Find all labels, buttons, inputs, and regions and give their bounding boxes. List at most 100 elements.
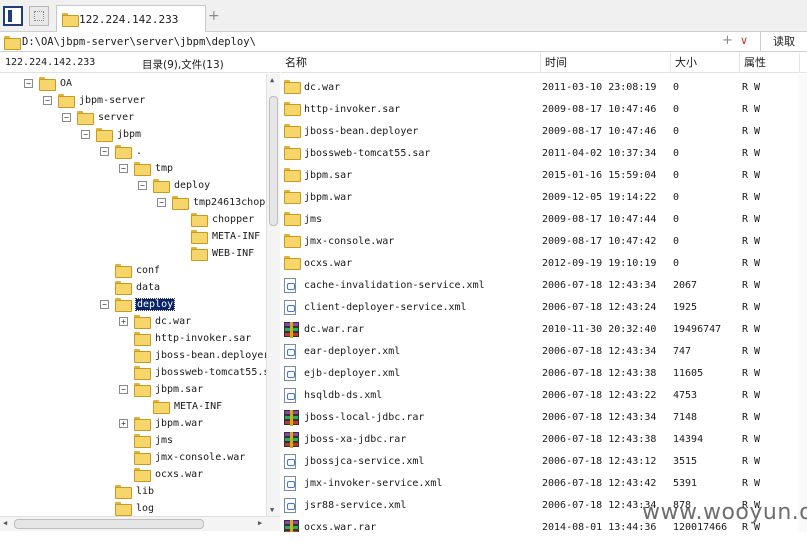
folder-icon: [284, 124, 301, 139]
file-row[interactable]: ocxs.war 2012-09-19 19:10:19 0 R W: [281, 253, 807, 275]
tree-node-label: .: [136, 146, 143, 157]
column-size[interactable]: 大小: [671, 53, 740, 73]
file-attr: R W: [742, 236, 761, 247]
file-row[interactable]: dc.war 2011-03-10 23:08:19 0 R W: [281, 77, 807, 99]
collapse-icon[interactable]: −: [100, 147, 109, 156]
scroll-up-icon[interactable]: ▲: [270, 76, 274, 84]
tree-node-label: jbpm.sar: [155, 384, 204, 395]
scroll-left-icon[interactable]: ◀: [3, 519, 7, 527]
expand-icon[interactable]: +: [119, 419, 128, 428]
tree-node-label: jboss-bean.deployer: [155, 350, 266, 361]
file-row[interactable]: jmx-invoker-service.xml 2006-07-18 12:43:…: [281, 473, 807, 495]
file-row[interactable]: http-invoker.sar 2009-08-17 10:47:46 0 R W: [281, 99, 807, 121]
add-tab-button[interactable]: +: [208, 8, 220, 24]
file-row[interactable]: client-deployer-service.xml 2006-07-18 12…: [281, 297, 807, 319]
column-attr[interactable]: 属性: [740, 53, 800, 73]
folder-icon: [191, 230, 208, 244]
scroll-down-icon[interactable]: ▼: [270, 506, 274, 514]
tree-node-label: META-INF: [212, 231, 261, 242]
file-time: 2006-07-18 12:43:38: [542, 368, 657, 379]
collapse-icon[interactable]: −: [119, 385, 128, 394]
folder-icon: [191, 213, 208, 227]
file-row[interactable]: jms 2009-08-17 10:47:44 0 R W: [281, 209, 807, 231]
file-name: jboss-bean.deployer: [304, 126, 419, 137]
folder-icon: [153, 179, 170, 193]
file-list: dc.war 2011-03-10 23:08:19 0 R Whttp-invoke…: [281, 77, 807, 532]
file-name: jboss-xa-jdbc.rar: [304, 434, 407, 445]
scroll-thumb[interactable]: [14, 519, 204, 529]
file-size: 0: [673, 82, 680, 93]
file-time: 2009-08-17 10:47:44: [542, 214, 657, 225]
tree-node-label: deploy: [134, 298, 176, 311]
tree-node-label: jbpm: [117, 129, 142, 140]
file-name: jsr88-service.xml: [304, 500, 407, 511]
collapse-icon[interactable]: −: [138, 181, 147, 190]
folder-icon: [115, 145, 132, 159]
folder-icon: [134, 417, 151, 431]
file-list-scrollbar[interactable]: [798, 74, 807, 532]
collapse-icon[interactable]: −: [157, 198, 166, 207]
file-row[interactable]: jbpm.war 2009-12-05 19:14:22 0 R W: [281, 187, 807, 209]
tab-host[interactable]: 122.224.142.233: [56, 5, 206, 32]
file-row[interactable]: hsqldb-ds.xml 2006-07-18 12:43:22 4753 R W: [281, 385, 807, 407]
tree-node-label: OA: [60, 78, 73, 89]
folder-icon: [134, 366, 151, 380]
file-size: 0: [673, 148, 680, 159]
file-attr: R W: [742, 148, 761, 159]
file-row[interactable]: ear-deployer.xml 2006-07-18 12:43:34 747 R …: [281, 341, 807, 363]
panel-toggle-button[interactable]: [3, 6, 23, 26]
scroll-right-icon[interactable]: ▶: [258, 519, 262, 527]
read-button[interactable]: 读取: [760, 32, 807, 51]
collapse-icon[interactable]: −: [119, 164, 128, 173]
file-size: 7148: [673, 412, 698, 423]
file-row[interactable]: cache-invalidation-service.xml 2006-07-18…: [281, 275, 807, 297]
file-name: client-deployer-service.xml: [304, 302, 467, 313]
tree-vertical-scrollbar[interactable]: ▲ ▼: [266, 74, 280, 516]
collapse-icon[interactable]: −: [100, 300, 109, 309]
collapse-icon[interactable]: −: [62, 113, 71, 122]
xml-icon: [284, 300, 296, 318]
file-attr: R W: [742, 390, 761, 401]
file-row[interactable]: dc.war.rar 2010-11-30 20:32:40 19496747 R W: [281, 319, 807, 341]
file-row[interactable]: jmx-console.war 2009-08-17 10:47:42 0 R W: [281, 231, 807, 253]
address-bar: D:\OA\jbpm-server\server\jbpm\deploy\ + …: [0, 32, 807, 52]
folder-icon: [134, 434, 151, 448]
chevron-down-icon[interactable]: ∨: [740, 34, 748, 47]
file-attr: R W: [742, 324, 761, 335]
tree-horizontal-scrollbar[interactable]: ◀ ▶: [0, 516, 280, 531]
file-row[interactable]: ejb-deployer.xml 2006-07-18 12:43:38 11605…: [281, 363, 807, 385]
collapse-icon[interactable]: −: [81, 130, 90, 139]
folder-icon: [153, 400, 170, 414]
bookmark-add-button[interactable]: +: [722, 33, 733, 48]
file-row[interactable]: jbossweb-tomcat55.sar 2011-04-02 10:37:34…: [281, 143, 807, 165]
column-name[interactable]: 名称: [281, 53, 541, 73]
file-attr: R W: [742, 192, 761, 203]
xml-icon: [284, 366, 296, 384]
tree-node-label: dc.war: [155, 316, 192, 327]
xml-icon: [284, 476, 296, 494]
scroll-thumb[interactable]: [269, 96, 278, 226]
file-row[interactable]: jbpm.sar 2015-01-16 15:59:04 0 R W: [281, 165, 807, 187]
file-time: 2009-08-17 10:47:46: [542, 104, 657, 115]
collapse-icon[interactable]: −: [24, 79, 33, 88]
file-row[interactable]: jboss-local-jdbc.rar 2006-07-18 12:43:34 7…: [281, 407, 807, 429]
window-button[interactable]: [29, 6, 49, 26]
path-input[interactable]: D:\OA\jbpm-server\server\jbpm\deploy\: [22, 36, 256, 48]
rar-icon: [284, 520, 299, 532]
rar-icon: [284, 432, 299, 451]
xml-icon: [284, 344, 296, 362]
file-name: jboss-local-jdbc.rar: [304, 412, 425, 423]
file-size: 19496747: [673, 324, 722, 335]
column-time[interactable]: 时间: [541, 53, 671, 73]
file-name: jbossweb-tomcat55.sar: [304, 148, 431, 159]
collapse-icon[interactable]: −: [43, 96, 52, 105]
file-row[interactable]: jboss-bean.deployer 2009-08-17 10:47:46 0 R…: [281, 121, 807, 143]
expand-icon[interactable]: +: [119, 317, 128, 326]
folder-icon: [115, 502, 132, 516]
file-attr: R W: [742, 412, 761, 423]
file-attr: R W: [742, 214, 761, 225]
file-row[interactable]: jboss-xa-jdbc.rar 2006-07-18 12:43:38 1439…: [281, 429, 807, 451]
tree-node-label: WEB-INF: [212, 248, 255, 259]
file-row[interactable]: jbossjca-service.xml 2006-07-18 12:43:12 3…: [281, 451, 807, 473]
file-name: ocxs.war: [304, 258, 353, 269]
